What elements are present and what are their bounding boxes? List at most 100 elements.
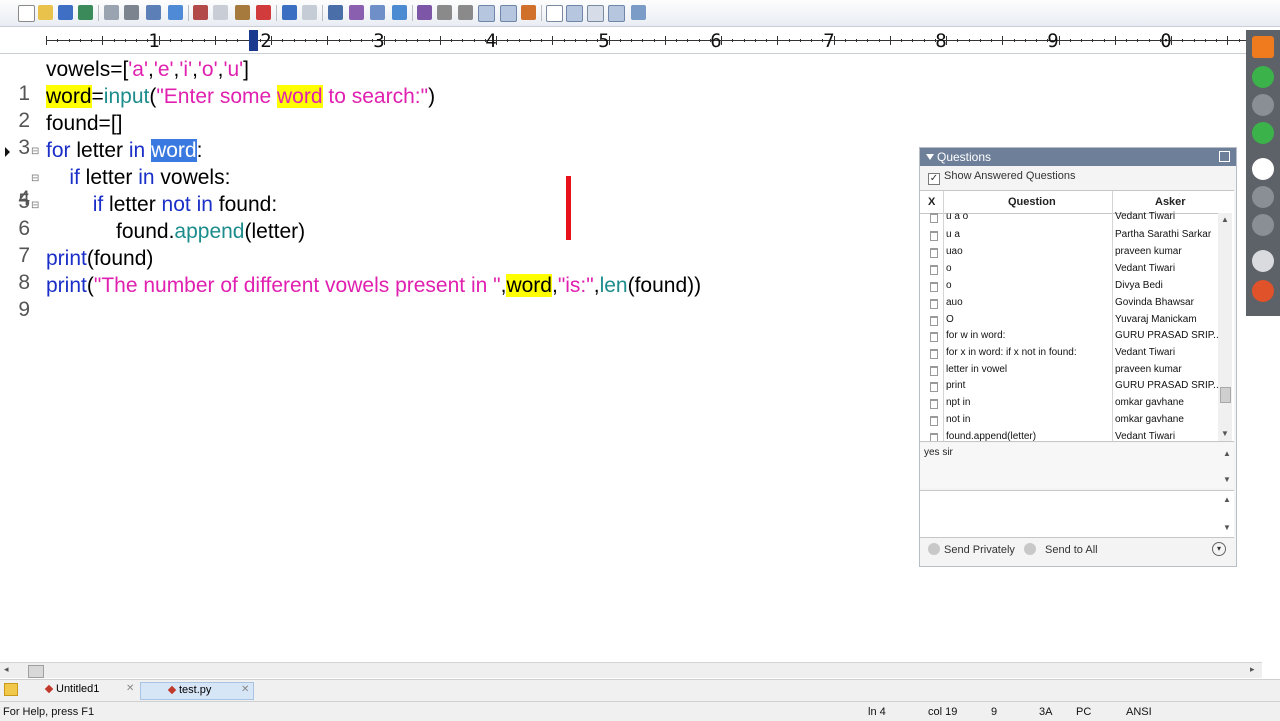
hex-icon[interactable] xyxy=(437,5,452,20)
column-header-question[interactable]: Question xyxy=(1008,196,1056,208)
window-cascade-icon[interactable] xyxy=(587,5,604,22)
open-icon[interactable] xyxy=(38,5,53,20)
undo-icon[interactable] xyxy=(282,5,297,20)
tab-test-py[interactable]: test.py ✕ xyxy=(140,682,254,700)
fold-toggle-icon[interactable]: ⊟ xyxy=(31,174,40,184)
fold-toggle-icon[interactable]: ⊟ xyxy=(31,147,40,157)
questions-table[interactable]: X Question Asker u a o Vedant Tiwari u a P… xyxy=(920,190,1234,442)
close-tab-icon[interactable]: ✕ xyxy=(241,684,249,695)
find-in-files-icon[interactable] xyxy=(168,5,183,20)
popout-icon[interactable] xyxy=(1219,151,1230,162)
pause-icon[interactable] xyxy=(1252,158,1274,180)
screen-share-icon[interactable] xyxy=(1252,122,1274,144)
window-icon[interactable] xyxy=(546,5,563,22)
camera-icon[interactable] xyxy=(1252,94,1274,116)
redo-icon[interactable] xyxy=(302,5,317,20)
question-row[interactable]: u a o Vedant Tiwari xyxy=(920,209,1218,226)
tab-untitled1[interactable]: Untitled1 ✕ xyxy=(44,682,136,698)
show-answered-checkbox[interactable]: ✓ Show Answered Questions xyxy=(928,170,1075,185)
trash-icon[interactable] xyxy=(930,399,938,409)
trash-icon[interactable] xyxy=(930,366,938,376)
close-tab-icon[interactable]: ✕ xyxy=(126,683,134,694)
window-fullscreen-icon[interactable] xyxy=(608,5,625,22)
mouse-icon[interactable] xyxy=(1252,186,1274,208)
column-header-asker[interactable]: Asker xyxy=(1155,196,1186,208)
scrollbar-thumb[interactable] xyxy=(1220,387,1231,403)
scroll-up-icon[interactable]: ▲ xyxy=(1223,449,1231,458)
delete-icon[interactable] xyxy=(256,5,271,20)
trash-icon[interactable] xyxy=(930,416,938,426)
window-tile-icon[interactable] xyxy=(566,5,583,22)
answer-compose-field[interactable]: ▲ ▼ xyxy=(920,490,1234,538)
back-arrow-icon[interactable] xyxy=(1252,36,1274,58)
question-row[interactable]: for x in word: if x not in found: Vedant … xyxy=(920,345,1218,362)
spellcheck-icon[interactable] xyxy=(146,5,161,20)
chat-icon[interactable] xyxy=(1252,214,1274,236)
column-header-x[interactable]: X xyxy=(928,196,935,208)
trash-icon[interactable] xyxy=(930,332,938,342)
find-icon[interactable] xyxy=(328,5,343,20)
question-row[interactable]: u a Partha Sarathi Sarkar xyxy=(920,227,1218,244)
question-row[interactable]: print GURU PRASAD SRIP... xyxy=(920,378,1218,395)
save-all-icon[interactable] xyxy=(78,5,93,20)
print-preview-icon[interactable] xyxy=(104,5,119,20)
questions-header[interactable]: Questions xyxy=(920,148,1236,166)
trash-icon[interactable] xyxy=(930,316,938,326)
scroll-left-icon[interactable]: ◂ xyxy=(4,665,9,675)
code-line[interactable]: 3 found=[] xyxy=(0,112,1246,159)
trash-icon[interactable] xyxy=(930,382,938,392)
code-line[interactable]: 2 word=input("Enter some word to search:… xyxy=(0,85,1246,132)
column-mode-icon[interactable] xyxy=(478,5,495,22)
code-line[interactable]: 1 vowels=['a','e','i','o','u'] xyxy=(0,58,1246,105)
wordwrap-icon[interactable] xyxy=(458,5,473,20)
question-row[interactable]: not in omkar gavhane xyxy=(920,412,1218,429)
question-row[interactable]: auo Govinda Bhawsar xyxy=(920,295,1218,312)
trash-icon[interactable] xyxy=(930,433,938,441)
question-row[interactable]: npt in omkar gavhane xyxy=(920,395,1218,412)
question-row[interactable]: found.append(letter) Vedant Tiwari xyxy=(920,429,1218,441)
marker-icon[interactable] xyxy=(392,5,407,20)
question-row[interactable]: letter in vowel praveen kumar xyxy=(920,362,1218,379)
paste-icon[interactable] xyxy=(235,5,250,20)
font-icon[interactable] xyxy=(417,5,432,20)
options-dropdown-icon[interactable]: ▾ xyxy=(1212,542,1226,556)
save-icon[interactable] xyxy=(58,5,73,20)
horizontal-scrollbar[interactable]: ◂ ▸ xyxy=(0,662,1262,678)
hand-icon[interactable] xyxy=(1252,280,1274,302)
trash-icon[interactable] xyxy=(930,299,938,309)
trash-icon[interactable] xyxy=(930,213,938,223)
scroll-down-icon[interactable]: ▼ xyxy=(1223,475,1231,484)
collapse-triangle-icon[interactable] xyxy=(926,154,934,160)
copy-icon[interactable] xyxy=(213,5,228,20)
check-icon[interactable] xyxy=(521,5,536,20)
folder-icon[interactable] xyxy=(4,683,18,696)
question-row[interactable]: o Vedant Tiwari xyxy=(920,261,1218,278)
abc-icon[interactable] xyxy=(500,5,517,22)
goto-icon[interactable] xyxy=(370,5,385,20)
help-icon[interactable] xyxy=(631,5,646,20)
send-privately-button[interactable]: Send Privately xyxy=(944,544,1015,556)
cut-icon[interactable] xyxy=(193,5,208,20)
checkbox-icon[interactable]: ✓ xyxy=(928,173,940,185)
questions-scrollbar[interactable]: ▲ ▼ xyxy=(1218,213,1232,441)
question-row[interactable]: o Divya Bedi xyxy=(920,278,1218,295)
question-row[interactable]: O Yuvaraj Manickam xyxy=(920,312,1218,329)
scroll-up-icon[interactable]: ▲ xyxy=(1221,215,1229,224)
microphone-icon[interactable] xyxy=(1252,66,1274,88)
trash-icon[interactable] xyxy=(930,349,938,359)
replace-icon[interactable] xyxy=(349,5,364,20)
question-row[interactable]: uao praveen kumar xyxy=(920,244,1218,261)
question-row[interactable]: for w in word: GURU PRASAD SRIP... xyxy=(920,328,1218,345)
new-icon[interactable] xyxy=(18,5,35,22)
print-icon[interactable] xyxy=(124,5,139,20)
scrollbar-thumb[interactable] xyxy=(28,665,44,678)
scroll-up-icon[interactable]: ▲ xyxy=(1223,495,1231,504)
send-to-all-button[interactable]: Send to All xyxy=(1045,544,1098,556)
scroll-down-icon[interactable]: ▼ xyxy=(1223,523,1231,532)
trash-icon[interactable] xyxy=(930,248,938,258)
trash-icon[interactable] xyxy=(930,265,938,275)
scroll-right-icon[interactable]: ▸ xyxy=(1250,665,1255,675)
scroll-down-icon[interactable]: ▼ xyxy=(1221,429,1229,438)
trash-icon[interactable] xyxy=(930,282,938,292)
pen-icon[interactable] xyxy=(1252,250,1274,272)
